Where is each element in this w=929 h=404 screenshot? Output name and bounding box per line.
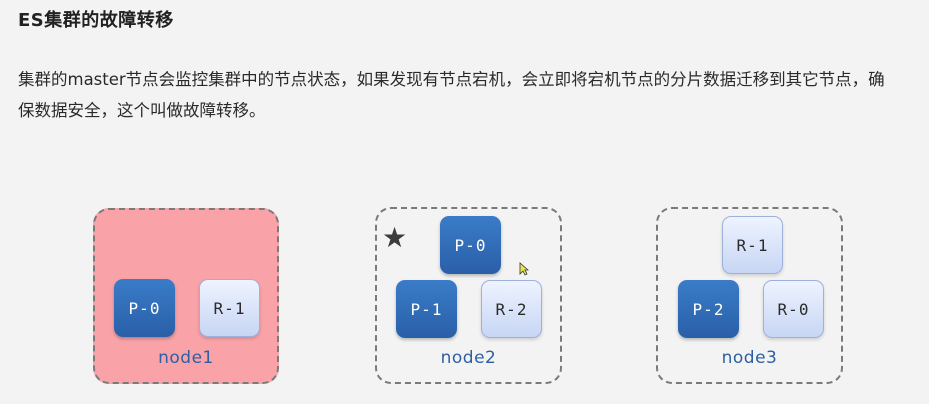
description-line-1: 集群的master节点会监控集群中的节点状态，如果发现有节点宕机，会立即将宕机节… — [18, 70, 885, 89]
node3-label: node3 — [721, 348, 778, 368]
node3-box: R-1 P-2 R-0 node3 — [656, 207, 843, 384]
cursor-icon — [519, 262, 529, 276]
shard-p1: P-1 — [396, 280, 457, 338]
shard-p0: P-0 — [114, 279, 175, 337]
node1-label: node1 — [158, 348, 214, 368]
shard-p0: P-0 — [440, 216, 501, 274]
shard-r1: R-1 — [199, 279, 260, 337]
description-line-2: 保数据安全，这个叫做故障转移。 — [18, 101, 266, 120]
node2-label: node2 — [440, 348, 497, 368]
node2-box: P-0 P-1 R-2 node2 — [375, 207, 562, 384]
shard-r0: R-0 — [763, 280, 824, 338]
page-title: ES集群的故障转移 — [18, 10, 174, 31]
node1-box: P-0 R-1 node1 — [93, 208, 279, 384]
shard-r1: R-1 — [722, 216, 783, 274]
description: 集群的master节点会监控集群中的节点状态，如果发现有节点宕机，会立即将宕机节… — [18, 64, 913, 126]
shard-p2: P-2 — [678, 280, 739, 338]
shard-r2: R-2 — [481, 280, 542, 338]
